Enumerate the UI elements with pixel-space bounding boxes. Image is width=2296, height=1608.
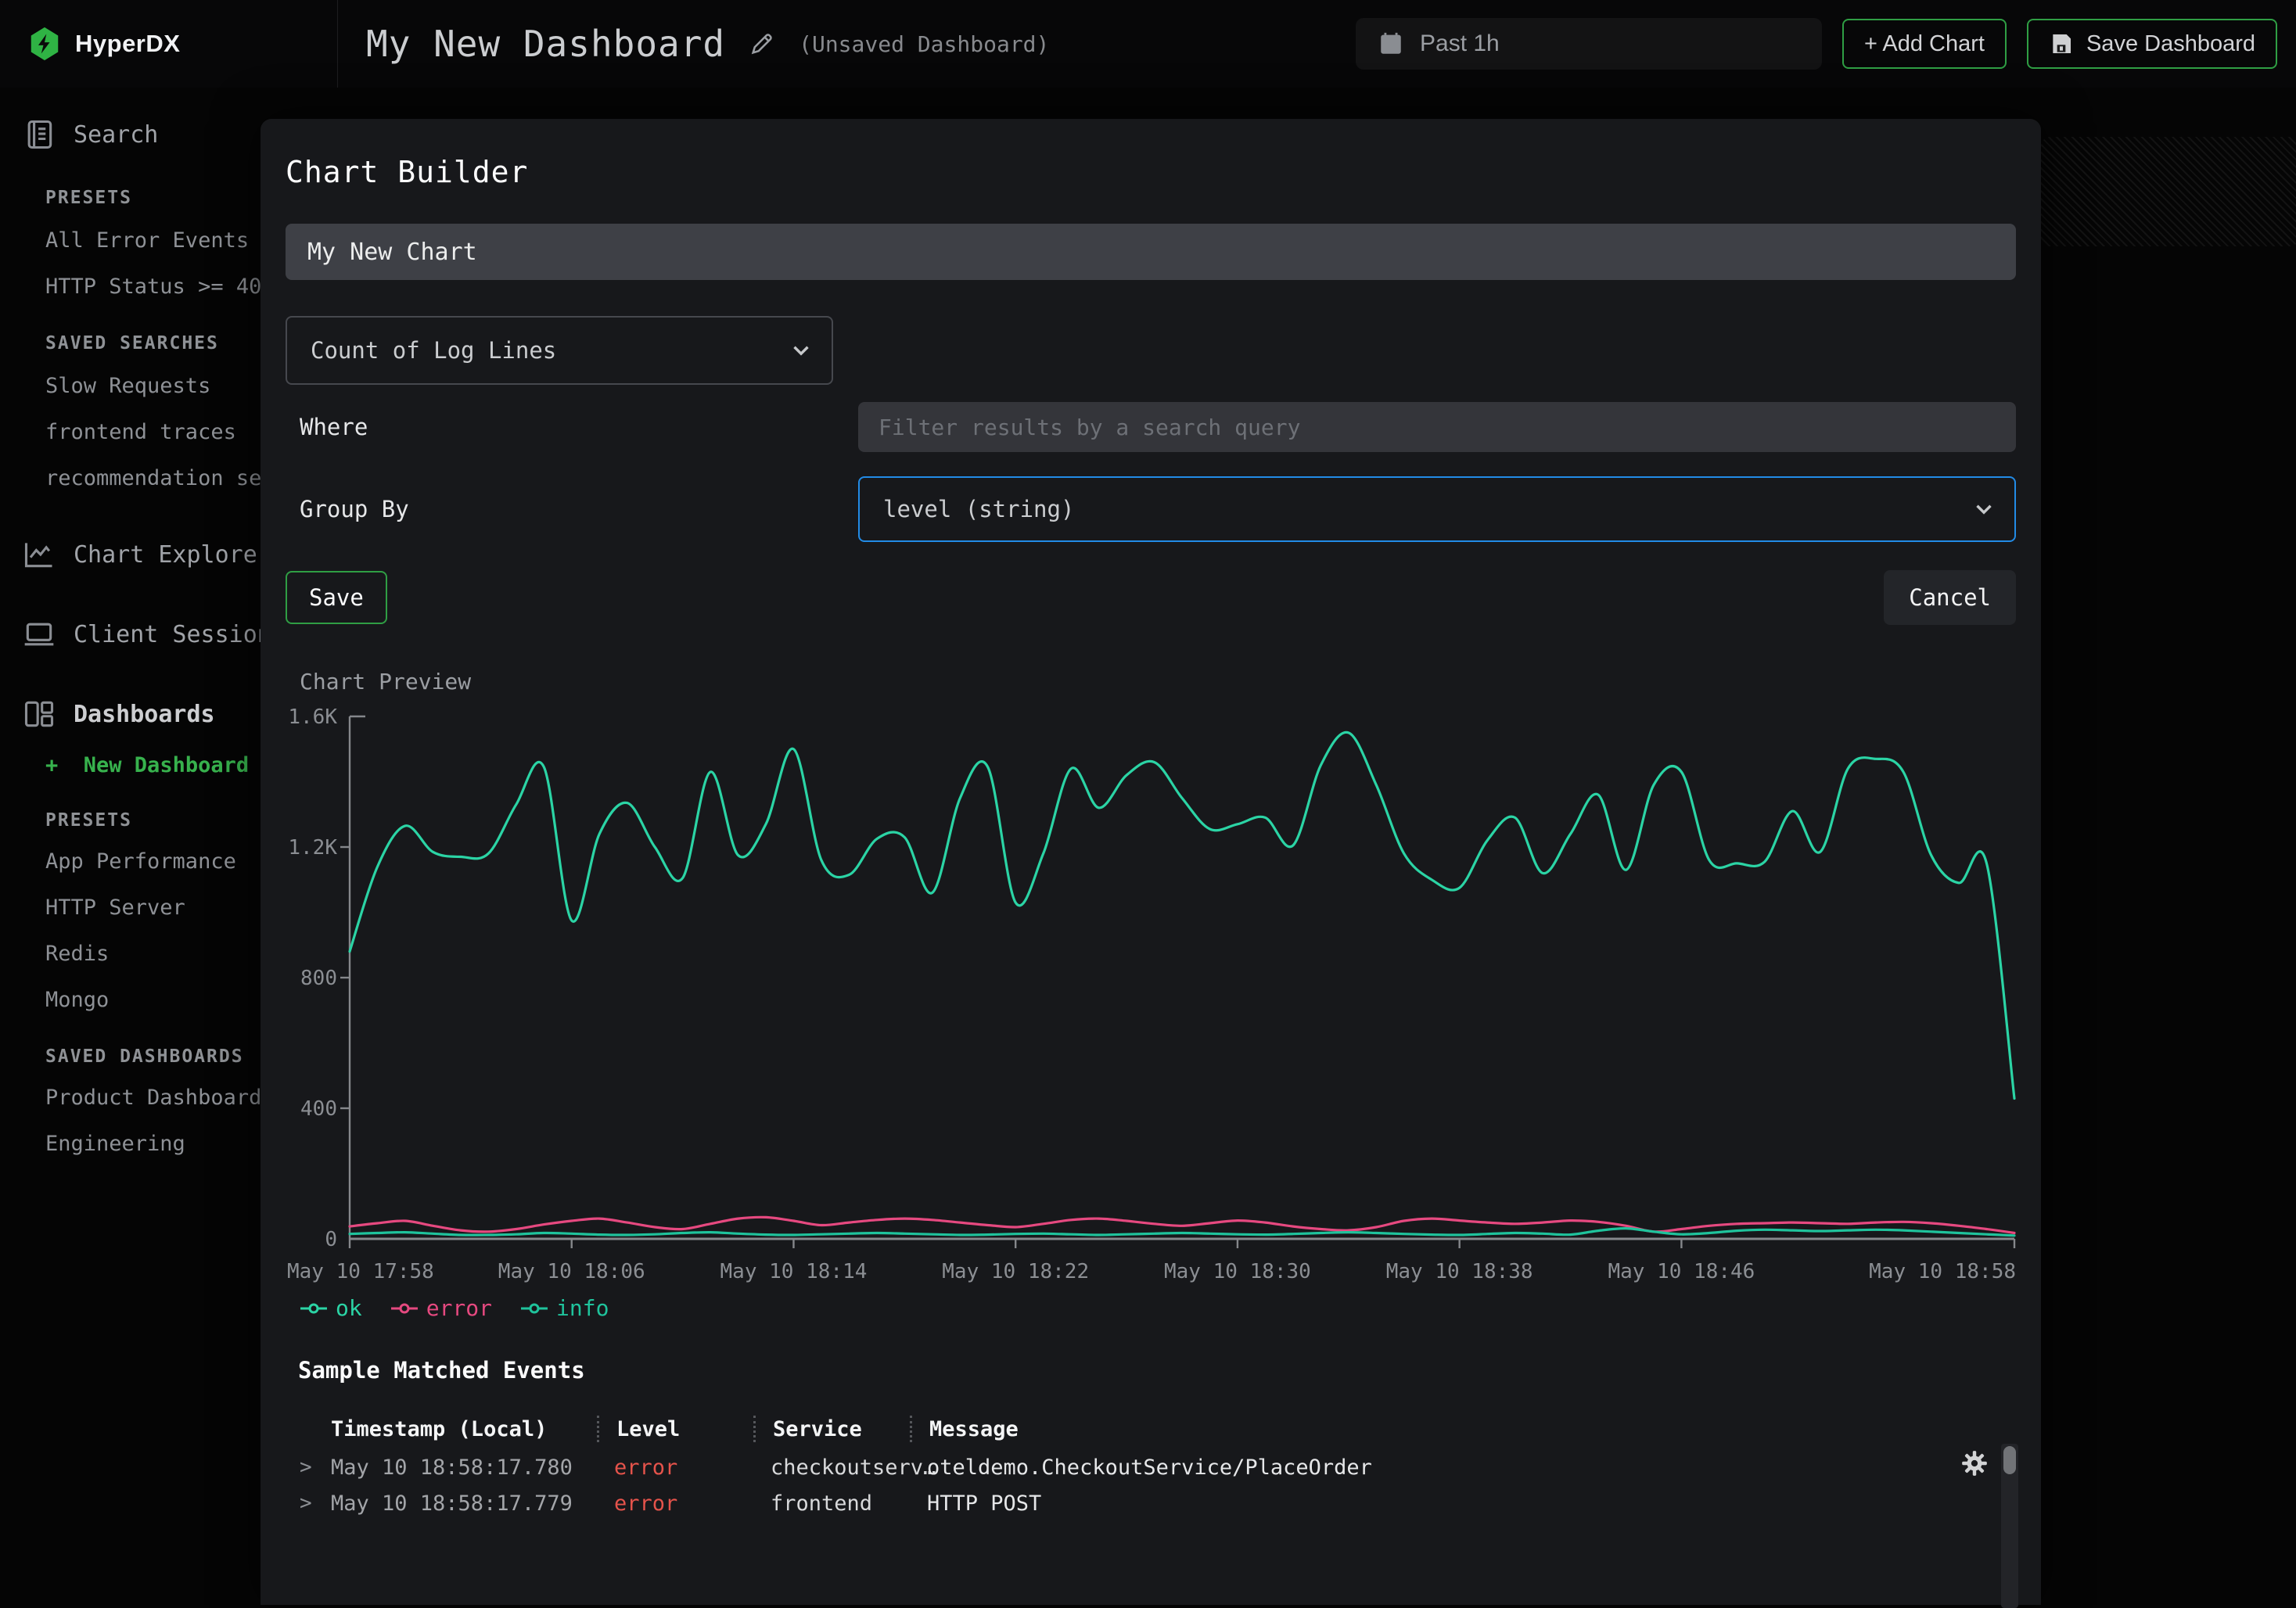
edit-title-icon[interactable] xyxy=(749,31,775,57)
search-logs-icon xyxy=(22,117,56,152)
svg-text:400: 400 xyxy=(300,1097,337,1121)
event-service: checkoutserv… xyxy=(753,1455,910,1480)
col-message[interactable]: Message xyxy=(910,1416,1914,1442)
chart-legend: ok error info xyxy=(300,1295,2016,1321)
svg-text:May 10 18:46: May 10 18:46 xyxy=(1608,1260,1755,1283)
chart-explorer-label: Chart Explorer xyxy=(74,541,271,569)
legend-label: ok xyxy=(336,1295,362,1321)
aggregation-select[interactable]: Count of Log Lines xyxy=(286,316,833,385)
calendar-icon xyxy=(1378,31,1404,57)
expand-row-icon[interactable]: > xyxy=(300,1455,331,1479)
col-level[interactable]: Level xyxy=(597,1416,753,1442)
top-bar: HyperDX My New Dashboard (Unsaved Dashbo… xyxy=(0,0,2296,88)
sample-events-table: Timestamp (Local) Level Service Message … xyxy=(286,1409,1914,1521)
svg-text:May 10 18:14: May 10 18:14 xyxy=(720,1260,868,1283)
chart-preview-label: Chart Preview xyxy=(286,669,2016,695)
dashboard-chart-placeholder xyxy=(2041,137,2296,246)
svg-text:May 10 18:58: May 10 18:58 xyxy=(1869,1260,2016,1283)
group-by-label: Group By xyxy=(286,496,858,522)
legend-marker-icon xyxy=(390,1303,419,1314)
client-sessions-label: Client Sessions xyxy=(74,621,286,648)
chevron-down-icon xyxy=(1971,496,1997,522)
save-icon xyxy=(2049,31,2074,56)
legend-marker-icon xyxy=(300,1303,328,1314)
plus-icon: + xyxy=(45,753,58,777)
save-dashboard-label: Save Dashboard xyxy=(2086,31,2255,57)
unsaved-badge: (Unsaved Dashboard) xyxy=(799,31,1049,57)
table-settings-gear-icon[interactable] xyxy=(1960,1448,1989,1478)
table-row[interactable]: > May 10 18:58:17.780 error checkoutserv… xyxy=(286,1449,1914,1485)
svg-text:May 10 18:22: May 10 18:22 xyxy=(942,1260,1089,1283)
event-timestamp: May 10 18:58:17.779 xyxy=(331,1491,597,1516)
legend-item-info[interactable]: info xyxy=(520,1295,609,1321)
sidebar-search-label: Search xyxy=(74,121,158,149)
chart-name-input[interactable] xyxy=(286,224,2016,280)
time-range-label: Past 1h xyxy=(1420,31,1500,57)
event-level: error xyxy=(597,1491,753,1516)
hyperdx-logo-icon xyxy=(27,26,63,62)
time-range-picker[interactable]: Past 1h xyxy=(1356,18,1822,70)
col-timestamp[interactable]: Timestamp (Local) xyxy=(331,1417,597,1441)
svg-text:800: 800 xyxy=(300,967,337,990)
event-message: oteldemo.CheckoutService/PlaceOrder xyxy=(910,1455,1914,1480)
svg-text:0: 0 xyxy=(325,1228,337,1251)
table-row[interactable]: > May 10 18:58:17.779 error frontend HTT… xyxy=(286,1485,1914,1521)
svg-text:May 10 17:58: May 10 17:58 xyxy=(287,1260,434,1283)
chart-builder-modal: Chart Builder Count of Log Lines Where G… xyxy=(261,119,2041,1605)
chevron-down-icon xyxy=(788,337,814,364)
legend-label: info xyxy=(556,1295,609,1321)
modal-title: Chart Builder xyxy=(286,155,2016,189)
svg-text:May 10 18:38: May 10 18:38 xyxy=(1386,1260,1533,1283)
dashboards-icon xyxy=(22,697,56,731)
svg-text:May 10 18:06: May 10 18:06 xyxy=(498,1260,645,1283)
svg-text:1.2K: 1.2K xyxy=(288,836,337,860)
legend-marker-icon xyxy=(520,1303,548,1314)
table-header-row: Timestamp (Local) Level Service Message xyxy=(286,1409,1914,1449)
legend-item-ok[interactable]: ok xyxy=(300,1295,362,1321)
table-scrollbar[interactable] xyxy=(2001,1444,2018,1608)
legend-label: error xyxy=(426,1295,492,1321)
svg-text:1.6K: 1.6K xyxy=(288,705,337,729)
event-service: frontend xyxy=(753,1491,910,1516)
add-chart-label: + Add Chart xyxy=(1864,31,1985,57)
where-label: Where xyxy=(286,414,858,440)
page-title: My New Dashboard xyxy=(366,23,725,65)
logo-text: HyperDX xyxy=(75,30,180,58)
new-dashboard-label: New Dashboard xyxy=(84,753,249,777)
aggregation-value: Count of Log Lines xyxy=(311,337,556,364)
save-button[interactable]: Save xyxy=(286,571,387,624)
table-scrollbar-thumb[interactable] xyxy=(2003,1446,2016,1474)
event-level: error xyxy=(597,1455,753,1480)
col-service[interactable]: Service xyxy=(753,1416,910,1442)
where-filter-input[interactable] xyxy=(858,402,2016,452)
save-dashboard-button[interactable]: Save Dashboard xyxy=(2027,19,2277,69)
expand-row-icon[interactable]: > xyxy=(300,1491,331,1515)
app-logo[interactable]: HyperDX xyxy=(0,0,338,88)
event-message: HTTP POST xyxy=(910,1491,1914,1516)
sample-events-heading: Sample Matched Events xyxy=(286,1357,2016,1384)
add-chart-button[interactable]: + Add Chart xyxy=(1842,19,2007,69)
group-by-value: level (string) xyxy=(883,496,1074,522)
preview-line-chart: 0 400 800 1.2K 1.6K May 10 17:58 May 10 18:06 M… xyxy=(286,705,2016,1284)
event-timestamp: May 10 18:58:17.780 xyxy=(331,1455,597,1480)
chart-explorer-icon xyxy=(22,537,56,572)
cancel-button[interactable]: Cancel xyxy=(1884,570,2016,625)
svg-text:May 10 18:30: May 10 18:30 xyxy=(1164,1260,1311,1283)
dashboards-label: Dashboards xyxy=(74,701,215,728)
legend-item-error[interactable]: error xyxy=(390,1295,492,1321)
client-sessions-icon xyxy=(22,617,56,651)
group-by-select[interactable]: level (string) xyxy=(858,476,2016,542)
